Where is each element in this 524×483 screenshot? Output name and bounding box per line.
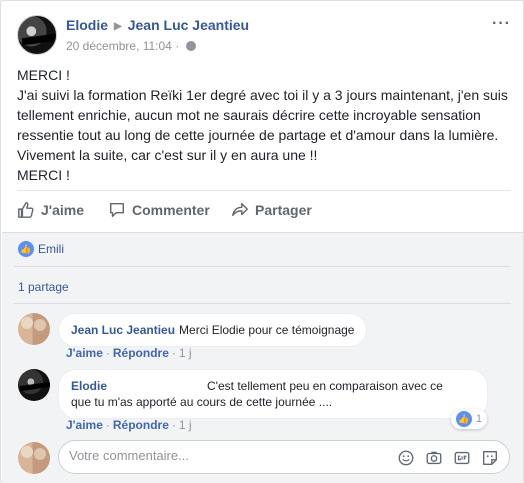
post-header: Elodie ▶ Jean Luc Jeantieu 20 décembre, 11… bbox=[17, 13, 511, 57]
comments-section: 👍 Emili 1 partage Jean Luc Jeantieu Merci… bbox=[2, 232, 523, 483]
comment-input[interactable] bbox=[69, 448, 369, 463]
comment-item: Jean Luc Jeantieu Merci Elodie pour ce té… bbox=[18, 313, 511, 373]
comment-time[interactable]: 1 j bbox=[179, 346, 192, 360]
post-meta: 20 décembre, 11:04 · bbox=[66, 39, 196, 53]
comment-button[interactable]: Commenter bbox=[108, 201, 210, 219]
thumbs-up-icon bbox=[18, 202, 34, 218]
globe-icon[interactable] bbox=[185, 41, 196, 51]
share-button[interactable]: Partager bbox=[231, 201, 312, 219]
post-body: MERCI ! J'ai suivi la formation Reïki 1e… bbox=[17, 65, 511, 185]
post-line: tellement enrichie, aucun mot ne saurais… bbox=[17, 107, 481, 123]
post-line: J'ai suivi la formation Reïki 1er degré … bbox=[17, 87, 508, 103]
like-reaction-icon: 👍 bbox=[455, 411, 472, 427]
post-card: Elodie ▶ Jean Luc Jeantieu 20 décembre, 11… bbox=[0, 0, 524, 483]
post-line: MERCI ! bbox=[17, 67, 70, 83]
post-line: ressentie tout au long de cette journée … bbox=[17, 127, 499, 143]
gif-icon[interactable] bbox=[453, 449, 471, 467]
like-reaction-icon: 👍 bbox=[18, 241, 34, 257]
comment-author[interactable]: Jean Luc Jeantieu bbox=[71, 323, 175, 337]
comment-actions: J'aime · Répondre · 1 j bbox=[66, 346, 192, 360]
emoji-icon[interactable] bbox=[397, 449, 415, 467]
post-line: Vivement la suite, car c'est sur il y en… bbox=[17, 147, 318, 163]
comment-reactions[interactable]: 👍 1 bbox=[450, 409, 487, 429]
comment-time[interactable]: 1 j bbox=[179, 418, 192, 432]
post-author-line: Elodie ▶ Jean Luc Jeantieu bbox=[66, 17, 249, 33]
more-options-icon[interactable]: ··· bbox=[492, 15, 511, 33]
like-button[interactable]: J'aime bbox=[17, 201, 84, 219]
like-label: J'aime bbox=[41, 202, 85, 218]
comment-text: Merci Elodie pour ce témoignage bbox=[179, 323, 355, 337]
recipient-name-link[interactable]: Jean Luc Jeantieu bbox=[128, 17, 249, 33]
comment-reply-link[interactable]: Répondre bbox=[113, 418, 169, 432]
comment-text-line: que tu m'as apporté au cours de cette jo… bbox=[71, 395, 333, 409]
reactions-summary[interactable]: 👍 Emili bbox=[18, 241, 64, 257]
post-timestamp[interactable]: 20 décembre, 11:04 bbox=[66, 39, 172, 53]
divider bbox=[14, 266, 511, 267]
sticker-icon[interactable] bbox=[481, 449, 499, 467]
comment-icon bbox=[109, 202, 125, 218]
comment-bubble: Elodie C'est tellement peu en comparaison… bbox=[58, 369, 488, 419]
share-label: Partager bbox=[255, 202, 312, 218]
comment-like-link[interactable]: J'aime bbox=[66, 418, 103, 432]
post-line: MERCI ! bbox=[17, 167, 70, 183]
separator: · bbox=[105, 346, 110, 360]
shares-count[interactable]: 1 partage bbox=[18, 280, 69, 294]
camera-icon[interactable] bbox=[425, 449, 443, 467]
comment-bubble: Jean Luc Jeantieu Merci Elodie pour ce té… bbox=[58, 313, 368, 347]
arrow-right-icon: ▶ bbox=[114, 21, 122, 32]
comment-like-link[interactable]: J'aime bbox=[66, 346, 103, 360]
liked-by-name[interactable]: Emili bbox=[38, 242, 64, 256]
comment-item: Elodie C'est tellement peu en comparaison… bbox=[18, 369, 511, 439]
comment-author[interactable]: Elodie bbox=[71, 379, 107, 393]
meta-separator: · bbox=[175, 39, 180, 53]
commenter-avatar[interactable] bbox=[18, 369, 50, 401]
separator: · bbox=[105, 418, 110, 432]
separator: · bbox=[171, 418, 176, 432]
divider bbox=[17, 190, 511, 191]
divider bbox=[14, 303, 511, 304]
author-avatar[interactable] bbox=[17, 15, 57, 55]
comment-like-count: 1 bbox=[475, 413, 482, 425]
separator: · bbox=[171, 346, 176, 360]
composer-icons bbox=[397, 449, 499, 467]
post-actions: J'aime Commenter Partager bbox=[17, 197, 511, 225]
comment-text-line: C'est tellement peu en comparaison avec … bbox=[207, 379, 443, 393]
comment-reply-link[interactable]: Répondre bbox=[113, 346, 169, 360]
current-user-avatar[interactable] bbox=[18, 442, 50, 474]
share-arrow-icon bbox=[232, 202, 248, 217]
comment-actions: J'aime · Répondre · 1 j bbox=[66, 418, 192, 432]
commenter-avatar[interactable] bbox=[18, 313, 50, 345]
author-name-link[interactable]: Elodie bbox=[66, 17, 108, 33]
comment-label: Commenter bbox=[132, 202, 210, 218]
comment-composer bbox=[58, 440, 510, 474]
